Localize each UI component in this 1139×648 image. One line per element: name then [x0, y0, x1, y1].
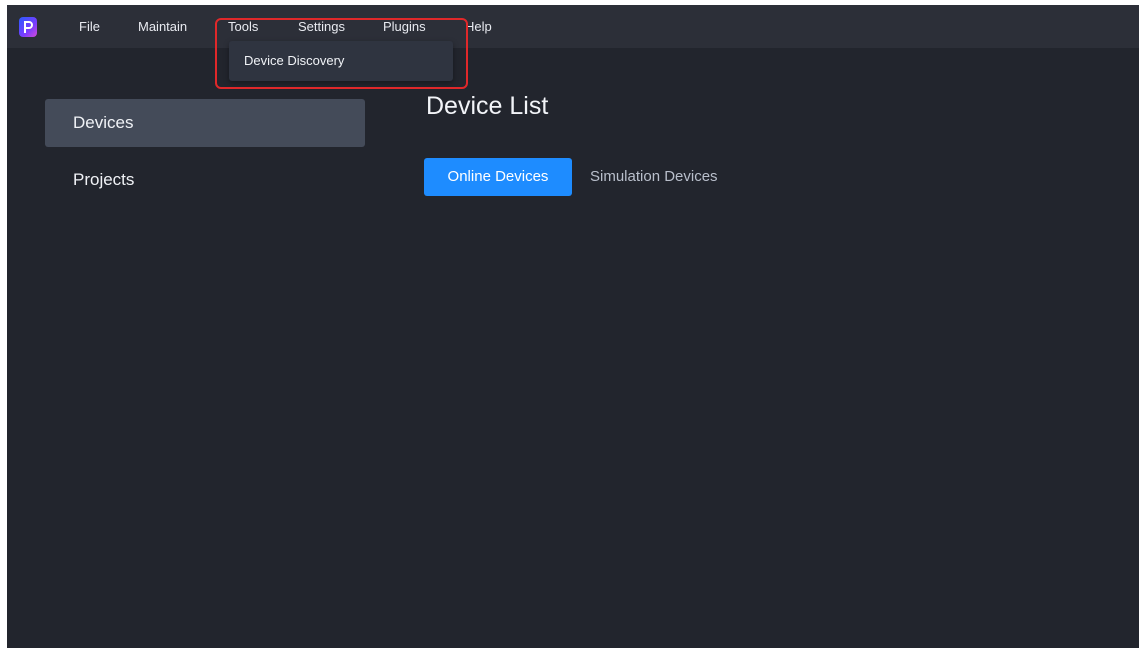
app-window: File Maintain Tools Settings Plugins Hel…: [7, 5, 1139, 648]
menu-item-device-discovery[interactable]: Device Discovery: [244, 53, 344, 69]
tab-online-devices[interactable]: Online Devices: [424, 158, 572, 196]
menu-bar: File Maintain Tools Settings Plugins Hel…: [7, 5, 1139, 48]
tab-simulation-devices[interactable]: Simulation Devices: [590, 158, 718, 196]
menu-plugins[interactable]: Plugins: [383, 19, 426, 35]
sidebar-item-devices[interactable]: Devices: [45, 99, 365, 147]
sidebar-item-projects[interactable]: Projects: [45, 156, 365, 204]
menu-settings[interactable]: Settings: [298, 19, 345, 35]
sidebar-item-label: Devices: [73, 113, 134, 132]
tools-dropdown-menu: Device Discovery: [229, 41, 453, 81]
menu-maintain[interactable]: Maintain: [138, 19, 187, 35]
sidebar-item-label: Projects: [73, 170, 135, 189]
menu-help[interactable]: Help: [465, 19, 492, 35]
app-logo-icon[interactable]: [19, 17, 37, 37]
page-title: Device List: [426, 92, 549, 120]
menu-file[interactable]: File: [79, 19, 100, 35]
menu-tools[interactable]: Tools: [228, 19, 258, 35]
